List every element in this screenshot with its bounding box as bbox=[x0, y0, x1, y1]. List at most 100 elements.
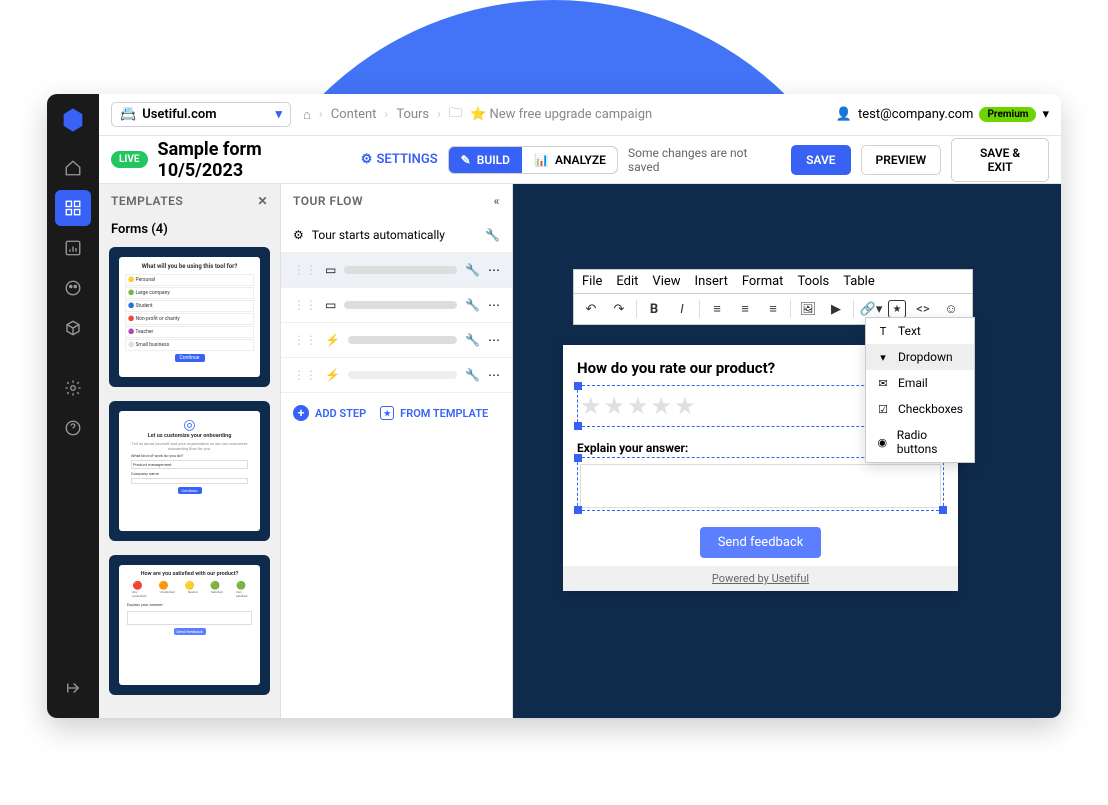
nav-help[interactable] bbox=[55, 410, 91, 446]
nav-home[interactable] bbox=[55, 150, 91, 186]
chevron-down-icon[interactable]: ▾ bbox=[1042, 107, 1049, 122]
menu-radio[interactable]: ◉Radio buttons bbox=[866, 422, 974, 462]
wrench-icon[interactable]: 🔧 bbox=[465, 263, 480, 277]
app-window: 📇 Usetiful.com ▾ ⌂› Content› Tours› 🗀 ⭐ … bbox=[47, 94, 1061, 718]
redo-icon[interactable]: ↷ bbox=[608, 298, 630, 320]
left-nav bbox=[47, 94, 99, 718]
site-icon: 📇 bbox=[120, 107, 136, 122]
star-icon[interactable]: ★ bbox=[674, 392, 696, 420]
gear-icon: ⚙ bbox=[361, 152, 373, 167]
menu-dropdown[interactable]: ▾Dropdown bbox=[866, 344, 974, 370]
menu-edit[interactable]: Edit bbox=[616, 274, 638, 289]
align-left-icon[interactable]: ≡ bbox=[706, 298, 728, 320]
action-icon: ⚡ bbox=[325, 368, 340, 382]
save-exit-button[interactable]: SAVE & EXIT bbox=[951, 138, 1049, 182]
crumb-tours[interactable]: Tours bbox=[396, 107, 429, 122]
flow-step[interactable]: ⋮⋮ ⚡ 🔧 ⋯ bbox=[281, 323, 512, 358]
settings-button[interactable]: ⚙ SETTINGS bbox=[361, 152, 438, 167]
star-icon[interactable]: ★ bbox=[580, 392, 602, 420]
close-icon[interactable]: ✕ bbox=[257, 194, 268, 208]
chart-icon: 📊 bbox=[534, 153, 549, 167]
dropdown-icon: ▾ bbox=[876, 350, 890, 364]
more-icon[interactable]: ⋯ bbox=[488, 333, 500, 347]
powered-by[interactable]: Powered by Usetiful bbox=[563, 566, 958, 591]
menu-email[interactable]: ✉Email bbox=[866, 370, 974, 396]
flow-step[interactable]: ⋮⋮ ▭ 🔧 ⋯ bbox=[281, 288, 512, 323]
site-name: Usetiful.com bbox=[142, 107, 216, 122]
pencil-icon: ✎ bbox=[461, 153, 471, 167]
collapse-icon[interactable]: « bbox=[494, 194, 500, 208]
plus-icon: + bbox=[293, 405, 309, 421]
home-icon[interactable]: ⌂ bbox=[303, 107, 311, 123]
nav-settings[interactable] bbox=[55, 370, 91, 406]
text-icon: T bbox=[876, 324, 890, 338]
menu-table[interactable]: Table bbox=[843, 274, 874, 289]
user-icon: 👤 bbox=[836, 107, 852, 122]
drag-icon[interactable]: ⋮⋮ bbox=[293, 368, 317, 382]
folder-icon: 🗀 bbox=[449, 104, 462, 126]
add-step-button[interactable]: + ADD STEP bbox=[293, 405, 366, 421]
wrench-icon[interactable]: 🔧 bbox=[465, 368, 480, 382]
flow-start-row[interactable]: ⚙ Tour starts automatically 🔧 bbox=[281, 218, 512, 253]
menu-file[interactable]: File bbox=[582, 274, 602, 289]
drag-icon[interactable]: ⋮⋮ bbox=[293, 263, 317, 277]
wrench-icon[interactable]: 🔧 bbox=[465, 333, 480, 347]
canvas: File Edit View Insert Format Tools Table… bbox=[513, 184, 1061, 718]
menu-format[interactable]: Format bbox=[742, 274, 784, 289]
menu-tools[interactable]: Tools bbox=[797, 274, 829, 289]
template-card[interactable]: What will you be using this tool for? 🟡 … bbox=[109, 247, 270, 387]
drag-icon[interactable]: ⋮⋮ bbox=[293, 333, 317, 347]
nav-themes[interactable] bbox=[55, 270, 91, 306]
crumb-content[interactable]: Content bbox=[331, 107, 377, 122]
align-center-icon[interactable]: ≡ bbox=[734, 298, 756, 320]
star-icon[interactable]: ★ bbox=[627, 392, 649, 420]
image-icon[interactable]: 🖼 bbox=[797, 298, 819, 320]
crumb-campaign[interactable]: ⭐ New free upgrade campaign bbox=[470, 107, 652, 122]
template-card[interactable]: ◎ Let us customize your onboarding Tell … bbox=[109, 401, 270, 541]
drag-icon[interactable]: ⋮⋮ bbox=[293, 298, 317, 312]
email-icon: ✉ bbox=[876, 376, 890, 390]
star-icon[interactable]: ★ bbox=[651, 392, 673, 420]
flow-step[interactable]: ⋮⋮ ▭ 🔧 ⋯ bbox=[281, 253, 512, 288]
nav-content[interactable] bbox=[55, 190, 91, 226]
breadcrumbs: ⌂› Content› Tours› 🗀 ⭐ New free upgrade … bbox=[303, 104, 652, 126]
send-feedback-button[interactable]: Send feedback bbox=[700, 527, 822, 558]
more-icon[interactable]: ⋯ bbox=[488, 298, 500, 312]
menu-view[interactable]: View bbox=[652, 274, 680, 289]
bold-icon[interactable]: B bbox=[643, 298, 665, 320]
from-template-button[interactable]: ★ FROM TEMPLATE bbox=[380, 405, 488, 421]
undo-icon[interactable]: ↶ bbox=[580, 298, 602, 320]
form-field-icon[interactable]: ★ bbox=[888, 300, 906, 318]
align-right-icon[interactable]: ≡ bbox=[762, 298, 784, 320]
wrench-icon[interactable]: 🔧 bbox=[465, 298, 480, 312]
nav-expand[interactable] bbox=[55, 670, 91, 706]
flow-step[interactable]: ⋮⋮ ⚡ 🔧 ⋯ bbox=[281, 358, 512, 393]
modal-icon: ▭ bbox=[325, 298, 336, 312]
menu-text[interactable]: TText bbox=[866, 318, 974, 344]
preview-button[interactable]: PREVIEW bbox=[861, 145, 942, 175]
nav-integrations[interactable] bbox=[55, 310, 91, 346]
mode-segment: ✎ BUILD 📊 ANALYZE bbox=[448, 146, 618, 174]
templates-header: TEMPLATES bbox=[111, 194, 183, 208]
more-icon[interactable]: ⋯ bbox=[488, 368, 500, 382]
user-email[interactable]: test@company.com bbox=[858, 107, 973, 122]
nav-analytics[interactable] bbox=[55, 230, 91, 266]
radio-icon: ◉ bbox=[876, 435, 889, 449]
template-card[interactable]: How are you satisfied with our product? … bbox=[109, 555, 270, 695]
seg-analyze[interactable]: 📊 ANALYZE bbox=[522, 147, 618, 173]
editor: File Edit View Insert Format Tools Table… bbox=[573, 269, 973, 591]
menu-insert[interactable]: Insert bbox=[695, 274, 728, 289]
save-button[interactable]: SAVE bbox=[791, 145, 850, 175]
selected-element[interactable] bbox=[577, 457, 944, 511]
italic-icon[interactable]: I bbox=[671, 298, 693, 320]
panels: TEMPLATES ✕ Forms (4) What will you be u… bbox=[99, 184, 1061, 718]
wrench-icon[interactable]: 🔧 bbox=[485, 228, 500, 242]
more-icon[interactable]: ⋯ bbox=[488, 263, 500, 277]
star-icon[interactable]: ★ bbox=[604, 392, 626, 420]
seg-build[interactable]: ✎ BUILD bbox=[449, 147, 522, 173]
menu-checkboxes[interactable]: ☑Checkboxes bbox=[866, 396, 974, 422]
trigger-icon: ⚙ bbox=[293, 228, 304, 242]
site-selector[interactable]: 📇 Usetiful.com ▾ bbox=[111, 102, 291, 127]
video-icon[interactable]: ▶ bbox=[825, 298, 847, 320]
answer-textarea[interactable] bbox=[580, 464, 941, 508]
